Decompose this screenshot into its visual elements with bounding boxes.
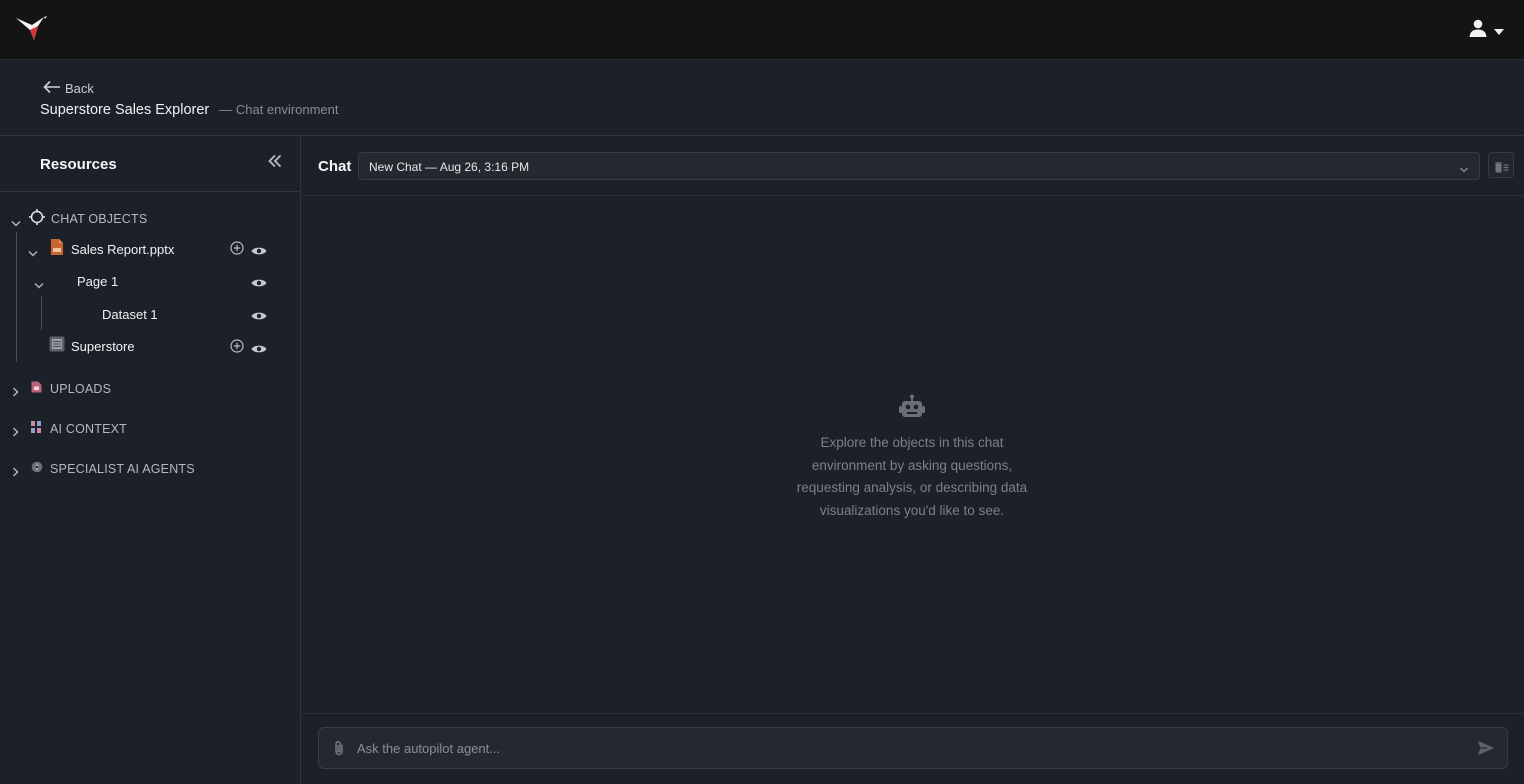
tree-item-label: Sales Report.pptx (71, 241, 175, 257)
tree-item-dataset-1[interactable]: Dataset 1 (102, 306, 158, 322)
tree-guide-line (16, 232, 17, 362)
page-title: Superstore Sales Explorer (40, 102, 210, 118)
chat-session-select[interactable]: New Chat — Aug 26, 3:16 PM (358, 152, 1480, 180)
tree-item-label: Page 1 (77, 273, 119, 289)
chevron-down-icon (1494, 22, 1504, 40)
resources-sidebar: Resources CHAT OBJECTS Sales Report.pptx… (0, 136, 301, 784)
chevron-down-icon[interactable] (11, 215, 21, 233)
send-icon[interactable] (1477, 740, 1495, 761)
eye-icon[interactable] (251, 243, 267, 261)
empty-state-text: Explore the objects in this chat environ… (796, 435, 1028, 518)
back-button[interactable]: Back (42, 80, 94, 97)
chevron-down-icon (1459, 161, 1469, 179)
crosshair-icon (29, 208, 45, 230)
composer-bar (302, 713, 1524, 784)
page-header: Back Superstore Sales Explorer — Chat en… (0, 61, 1524, 136)
chat-panel: Chat New Chat — Aug 26, 3:16 PM Explore … (302, 136, 1524, 784)
robot-icon (898, 394, 926, 420)
section-specialist-ai-agents[interactable]: SPECIALIST AI AGENTS (31, 461, 195, 477)
tree-guide-line (41, 296, 42, 330)
agent-icon (31, 460, 43, 478)
tree-item-label: Dataset 1 (102, 306, 158, 322)
chat-history-button[interactable] (1488, 152, 1514, 178)
section-uploads[interactable]: UPLOADS (31, 381, 111, 397)
section-ai-context[interactable]: AI CONTEXT (31, 421, 127, 437)
pptx-file-icon (50, 238, 64, 260)
page-subtitle: — Chat environment (219, 102, 339, 117)
tree-item-label: Superstore (71, 338, 135, 354)
chevron-down-icon[interactable] (34, 277, 44, 295)
eye-icon[interactable] (251, 275, 267, 293)
add-to-chat-icon[interactable] (230, 339, 244, 358)
data-source-icon (49, 336, 65, 357)
paperclip-icon[interactable] (333, 740, 345, 762)
tree-item-page-1[interactable]: Page 1 (77, 273, 118, 289)
top-navigation-bar (0, 0, 1524, 60)
tree-item-superstore[interactable]: Superstore (49, 336, 135, 357)
ai-context-icon (31, 420, 42, 438)
chat-header: Chat New Chat — Aug 26, 3:16 PM (302, 136, 1524, 196)
hummingbird-logo-icon[interactable] (14, 14, 48, 44)
section-chat-objects[interactable]: CHAT OBJECTS (29, 208, 148, 230)
breadcrumb: Superstore Sales Explorer — Chat environ… (40, 102, 338, 118)
sidebar-header: Resources (0, 136, 300, 192)
tree-item-sales-report[interactable]: Sales Report.pptx (50, 238, 175, 260)
sidebar-title: Resources (40, 156, 117, 173)
eye-icon[interactable] (251, 341, 267, 359)
collapse-sidebar-icon[interactable] (268, 154, 282, 173)
arrow-left-icon (42, 80, 62, 97)
chevron-down-icon[interactable] (28, 245, 38, 263)
user-menu-button[interactable] (1468, 18, 1504, 43)
chevron-right-icon[interactable] (12, 424, 20, 442)
chat-title: Chat (318, 158, 352, 175)
chat-session-label: New Chat — Aug 26, 3:16 PM (369, 160, 530, 174)
upload-file-icon (31, 380, 42, 398)
eye-icon[interactable] (251, 308, 267, 326)
chevron-right-icon[interactable] (12, 384, 20, 402)
message-input[interactable] (357, 728, 1457, 768)
message-composer (318, 727, 1508, 769)
trash-list-icon (1495, 160, 1509, 178)
section-label: AI CONTEXT (50, 422, 128, 436)
section-label: CHAT OBJECTS (51, 212, 148, 226)
empty-state: Explore the objects in this chat environ… (792, 394, 1032, 522)
section-label: SPECIALIST AI AGENTS (50, 462, 195, 476)
user-icon (1468, 18, 1488, 43)
back-label: Back (65, 81, 94, 96)
add-to-chat-icon[interactable] (230, 241, 244, 260)
chevron-right-icon[interactable] (12, 464, 20, 482)
section-label: UPLOADS (50, 382, 112, 396)
